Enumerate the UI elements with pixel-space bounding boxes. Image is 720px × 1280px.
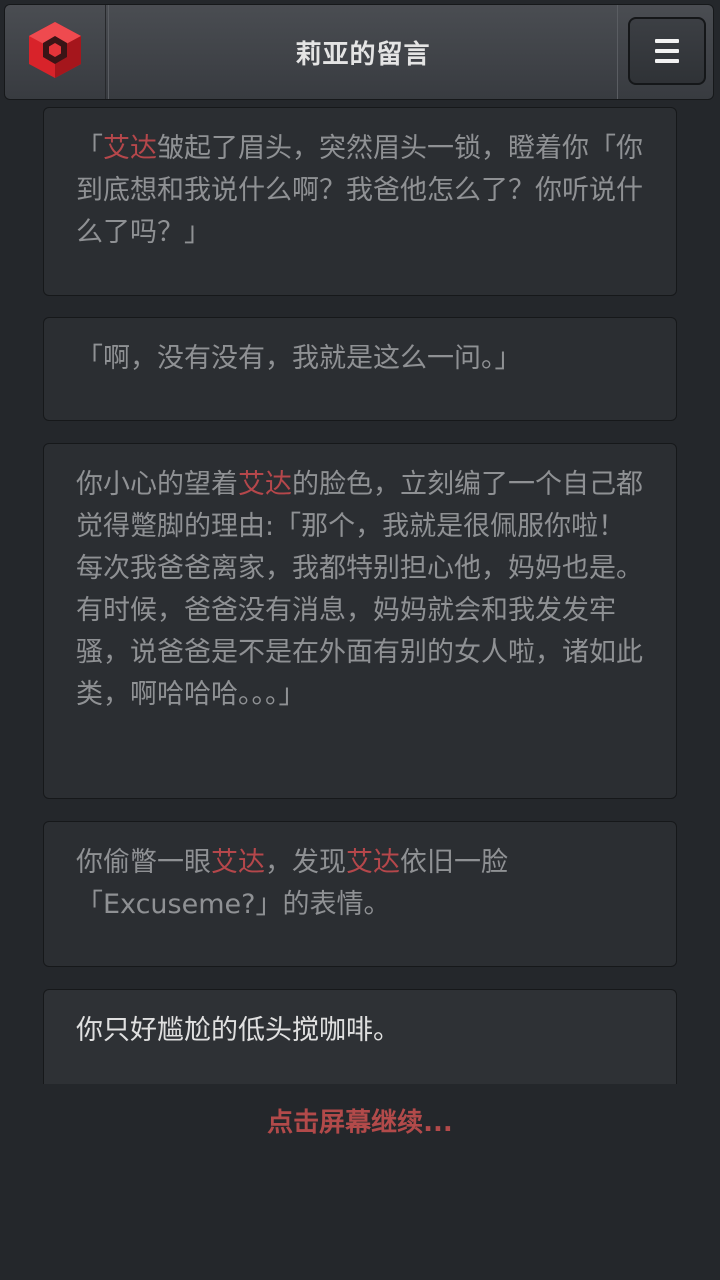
header-bar: 莉亚的留言 [4,4,714,100]
message-card[interactable]: 你小心的望着艾达的脸色，立刻编了一个自己都觉得蹩脚的理由:「那个，我就是很佩服你… [43,443,677,799]
message-text-segment: 皱起了眉头，突然眉头一锁，瞪着你「你到底想和我说什么啊？我爸他怎么了？你听说什么… [76,133,643,248]
message-text: 你只好尴尬的低头搅咖啡。 [76,1010,646,1052]
page-title: 莉亚的留言 [295,39,431,70]
message-card[interactable]: 你偷瞥一眼艾达，发现艾达依旧一脸「Excuseme?」的表情。 [43,821,677,967]
message-text-segment: 「 [76,133,103,164]
hamburger-menu-icon-bar-3 [655,59,679,63]
message-text: 你偷瞥一眼艾达，发现艾达依旧一脸「Excuseme?」的表情。 [76,842,646,926]
message-text-segment: 你偷瞥一眼 [76,847,211,878]
message-text-segment: ，发现 [265,847,346,878]
message-text: 「艾达皱起了眉头，突然眉头一锁，瞪着你「你到底想和我说什么啊？我爸他怎么了？你听… [76,128,646,254]
character-name: 艾达 [211,847,265,878]
title-cell: 莉亚的留言 [108,5,618,99]
continue-prompt[interactable]: 点击屏幕继续... [0,1102,720,1139]
hamburger-menu-icon [655,39,679,43]
current-message-card[interactable]: 你只好尴尬的低头搅咖啡。 [43,989,677,1084]
message-text-segment: 「啊，没有没有，我就是这么一问。」 [76,343,522,374]
menu-button[interactable] [628,17,706,85]
character-name: 艾达 [238,469,292,500]
message-text: 「啊，没有没有，我就是这么一问。」 [76,338,646,380]
red-cube-logo-icon[interactable] [25,19,85,85]
message-text-segment: 的脸色，立刻编了一个自己都觉得蹩脚的理由:「那个，我就是很佩服你啦！每次我爸爸离… [76,469,643,710]
hamburger-menu-icon-bar-2 [655,49,679,53]
character-name: 艾达 [103,133,157,164]
message-text-segment: 你小心的望着 [76,469,238,500]
logo-cell [5,5,106,99]
message-text: 你小心的望着艾达的脸色，立刻编了一个自己都觉得蹩脚的理由:「那个，我就是很佩服你… [76,464,646,716]
character-name: 艾达 [346,847,400,878]
message-text-segment: 你只好尴尬的低头搅咖啡。 [76,1015,400,1046]
message-card[interactable]: 「啊，没有没有，我就是这么一问。」 [43,317,677,421]
menu-cell [617,5,714,99]
message-screen: 莉亚的留言 「艾达皱起了眉头，突然眉头一锁，瞪着你「你到底想和我说什么啊？我爸他… [0,0,720,1280]
message-card[interactable]: 「艾达皱起了眉头，突然眉头一锁，瞪着你「你到底想和我说什么啊？我爸他怎么了？你听… [43,107,677,296]
